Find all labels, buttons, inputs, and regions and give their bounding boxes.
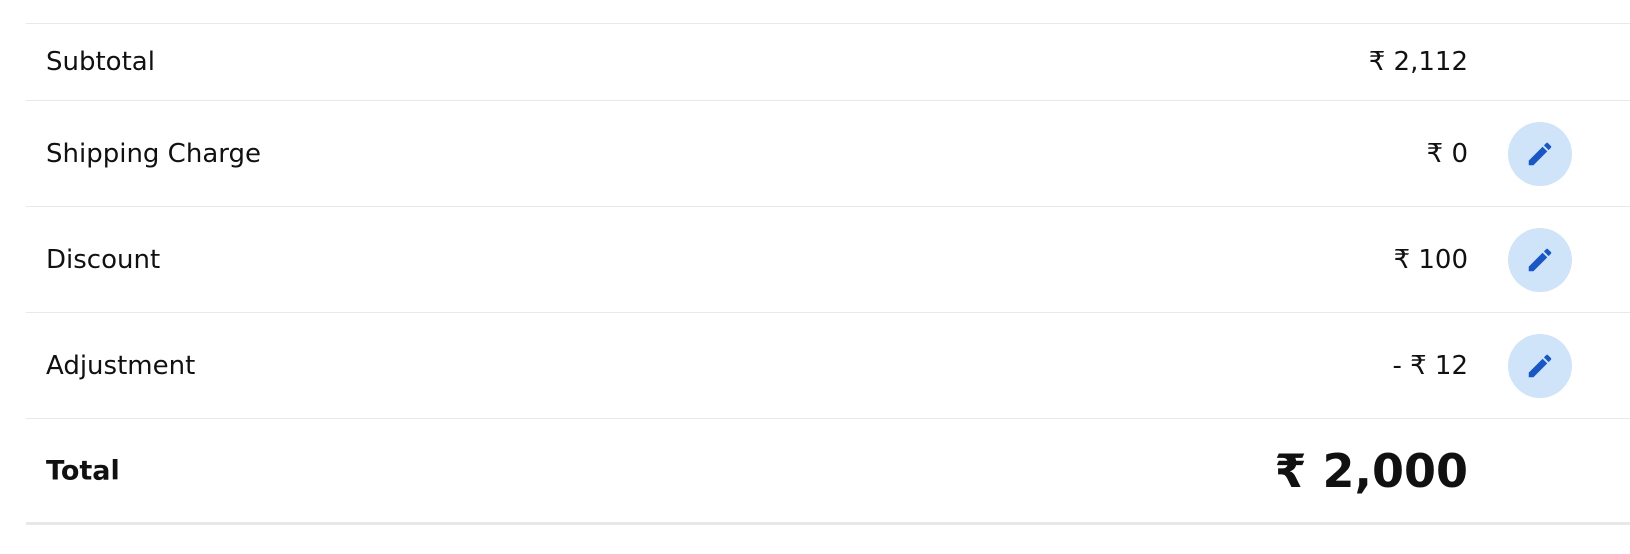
adjustment-row: Adjustment - ₹ 12	[26, 313, 1630, 419]
discount-row: Discount ₹ 100	[26, 207, 1630, 313]
subtotal-amount: ₹ 2,112	[1368, 47, 1468, 77]
pencil-icon	[1528, 354, 1552, 377]
subtotal-row: Subtotal ₹ 2,112	[26, 23, 1630, 101]
adjustment-amount: - ₹ 12	[1392, 350, 1468, 381]
shipping-charge-row: Shipping Charge ₹ 0	[26, 101, 1630, 207]
total-label: Total	[46, 455, 120, 486]
edit-shipping-charge-button[interactable]	[1508, 121, 1572, 186]
discount-label: Discount	[46, 244, 161, 275]
discount-amount: ₹ 100	[1393, 244, 1468, 275]
adjustment-label: Adjustment	[46, 350, 196, 381]
subtotal-label: Subtotal	[46, 47, 155, 77]
shipping-charge-amount: ₹ 0	[1426, 138, 1468, 169]
total-amount: ₹ 2,000	[1274, 443, 1468, 498]
edit-discount-button[interactable]	[1508, 227, 1572, 292]
order-summary: Subtotal ₹ 2,112 Shipping Charge ₹ 0 Dis…	[26, 0, 1630, 525]
pencil-icon	[1528, 248, 1552, 271]
edit-adjustment-button[interactable]	[1508, 333, 1572, 398]
shipping-charge-label: Shipping Charge	[46, 138, 261, 169]
pencil-icon	[1528, 142, 1552, 165]
total-row: Total ₹ 2,000	[26, 419, 1630, 525]
